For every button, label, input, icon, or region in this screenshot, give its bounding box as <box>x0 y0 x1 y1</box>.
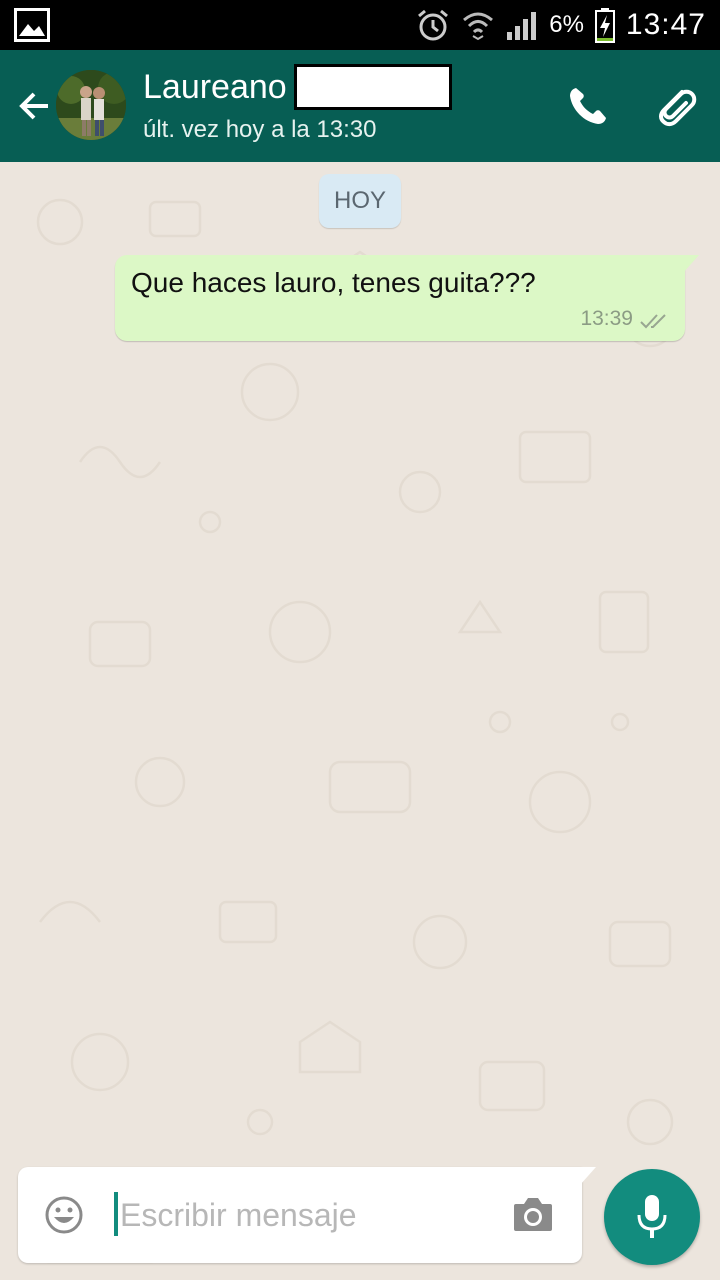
chat-area[interactable]: HOY Que haces lauro, tenes guita??? 13:3… <box>0 162 720 1280</box>
chat-header: Laureano últ. vez hoy a la 13:30 <box>0 50 720 162</box>
double-check-icon <box>640 314 666 329</box>
redaction-box <box>294 64 452 110</box>
alarm-icon <box>418 9 449 41</box>
message-composer[interactable] <box>18 1167 596 1263</box>
date-divider: HOY <box>319 174 401 228</box>
battery-icon <box>594 8 615 43</box>
message-text: Que haces lauro, tenes guita??? <box>131 267 536 298</box>
status-bar: 6% 13:47 <box>0 0 720 50</box>
avatar-photo <box>56 70 126 140</box>
microphone-icon <box>637 1195 667 1238</box>
gallery-icon <box>14 8 50 42</box>
message-time: 13:39 <box>580 307 633 330</box>
voice-record-button[interactable] <box>604 1169 700 1265</box>
emoji-icon[interactable] <box>44 1195 84 1235</box>
phone-icon[interactable] <box>566 84 610 128</box>
back-arrow-icon[interactable] <box>14 88 50 124</box>
outgoing-message[interactable]: Que haces lauro, tenes guita??? 13:39 <box>115 255 699 341</box>
wifi-icon <box>463 12 494 41</box>
composer-tail <box>580 1167 596 1185</box>
paperclip-icon[interactable] <box>652 82 700 130</box>
clock: 13:47 <box>625 8 706 41</box>
bubble-tail <box>683 255 699 273</box>
message-input[interactable] <box>114 1189 500 1241</box>
battery-percent: 6% <box>549 11 584 38</box>
camera-icon[interactable] <box>512 1195 554 1233</box>
signal-icon <box>507 12 537 40</box>
avatar[interactable] <box>56 70 126 140</box>
contact-name[interactable]: Laureano <box>143 68 287 107</box>
last-seen-status: últ. vez hoy a la 13:30 <box>143 116 377 143</box>
